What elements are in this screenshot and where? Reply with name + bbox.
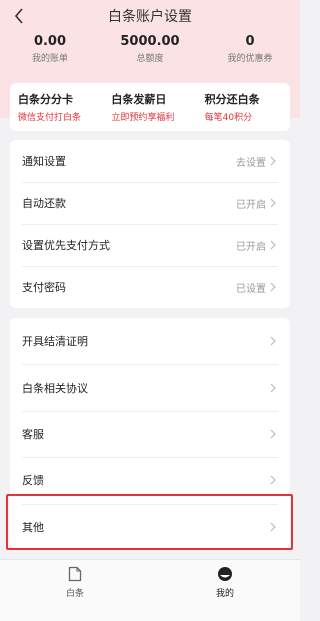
chevron-right-icon (270, 240, 278, 250)
chevron-right-icon (270, 198, 278, 208)
row-label: 反馈 (22, 474, 44, 488)
promo-title: 积分还白条 (204, 93, 260, 106)
tab-bar: 白条 我的 (0, 559, 300, 621)
highlight-box (6, 494, 293, 550)
more-row-settlement-certificate[interactable]: 开具结清证明 (10, 318, 290, 364)
tab-label: 白条 (65, 589, 84, 599)
chevron-left-icon (14, 8, 23, 24)
promo-title: 白条发薪日 (111, 93, 167, 106)
row-label: 自动还款 (22, 197, 66, 210)
chevron-right-icon (270, 156, 278, 166)
chevron-right-icon (270, 429, 278, 439)
more-row-agreements[interactable]: 白条相关协议 (10, 364, 290, 410)
more-row-customer-service[interactable]: 客服 (10, 410, 290, 457)
promo-item-payday[interactable]: 白条发薪日 立即预约享福利 (103, 83, 196, 131)
tab-label: 我的 (215, 589, 234, 599)
chevron-right-icon (270, 383, 278, 393)
chevron-right-icon (270, 475, 278, 485)
nav-bar: 白条账户设置 (0, 0, 300, 32)
stat-label: 我的账单 (31, 54, 68, 64)
account-stats: 0.00 我的账单 5000.00 总额度 0 我的优惠券 (0, 34, 300, 70)
row-label: 客服 (22, 427, 44, 441)
promo-subtitle: 每笔40积分 (204, 113, 253, 123)
row-label: 白条相关协议 (22, 381, 88, 395)
row-label: 开具结清证明 (22, 335, 88, 349)
row-value: 已开启 (236, 241, 266, 253)
stat-label: 总额度 (136, 54, 164, 64)
promo-subtitle: 微信支付打白条 (18, 113, 82, 123)
chevron-right-icon (270, 336, 278, 346)
row-label: 支付密码 (22, 281, 66, 294)
row-value: 去设置 (236, 157, 266, 169)
settings-list: 通知设置 去设置 自动还款 已开启 设置优先支付方式 已开启 支付密码 已设置 (10, 140, 290, 308)
promo-subtitle: 立即预约享福利 (111, 113, 175, 123)
stat-bill[interactable]: 0.00 我的账单 (0, 34, 100, 70)
tab-mine[interactable]: 我的 (150, 560, 300, 621)
stat-label: 我的优惠券 (227, 54, 273, 64)
settings-row-auto-repay[interactable]: 自动还款 已开启 (10, 182, 290, 224)
document-icon (68, 566, 82, 582)
promo-item-fenfen-card[interactable]: 白条分分卡 微信支付打白条 (10, 83, 103, 131)
stat-coupons[interactable]: 0 我的优惠券 (200, 34, 300, 70)
settings-row-payment-password[interactable]: 支付密码 已设置 (10, 266, 290, 308)
promo-title: 白条分分卡 (18, 93, 73, 106)
promo-card: 白条分分卡 微信支付打白条 白条发薪日 立即预约享福利 积分还白条 每笔40积分 (10, 83, 290, 131)
settings-row-notifications[interactable]: 通知设置 去设置 (10, 140, 290, 182)
back-button[interactable] (10, 6, 28, 26)
settings-row-priority-payment[interactable]: 设置优先支付方式 已开启 (10, 224, 290, 266)
stat-value: 5000.00 (120, 34, 180, 49)
row-label: 设置优先支付方式 (22, 239, 110, 252)
row-value: 已开启 (236, 199, 266, 211)
page-title: 白条账户设置 (108, 9, 192, 25)
tab-baitiao[interactable]: 白条 (0, 560, 150, 621)
row-value: 已设置 (236, 283, 266, 295)
chevron-right-icon (270, 282, 278, 292)
stat-credit-limit[interactable]: 5000.00 总额度 (100, 34, 200, 70)
stat-value: 0 (245, 34, 255, 49)
promo-item-points-repay[interactable]: 积分还白条 每笔40积分 (197, 83, 290, 131)
profile-icon (218, 567, 232, 581)
stat-value: 0.00 (33, 34, 67, 49)
row-label: 通知设置 (22, 155, 66, 168)
